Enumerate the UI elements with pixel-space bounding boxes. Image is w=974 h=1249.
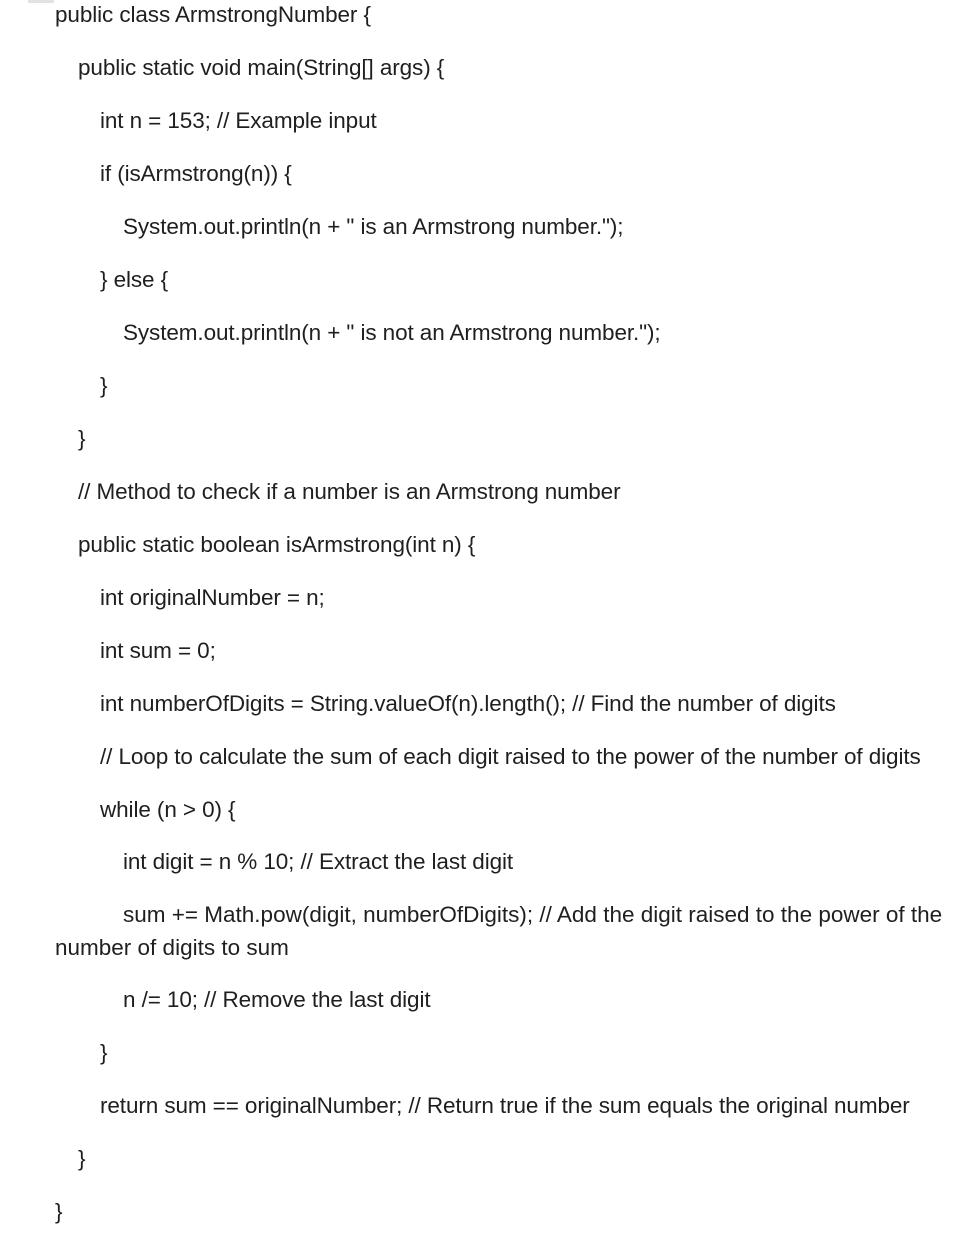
code-line-method-comment: // Method to check if a number is an Arm… bbox=[78, 479, 621, 504]
code-line-extract-digit: int digit = n % 10; // Extract the last … bbox=[123, 849, 514, 874]
code-line-number-of-digits: int numberOfDigits = String.valueOf(n).l… bbox=[100, 691, 836, 716]
code-line-print-armstrong: System.out.println(n + " is an Armstrong… bbox=[123, 214, 624, 239]
code-line-class-declaration: public class ArmstrongNumber { bbox=[55, 2, 371, 27]
code-line-if-statement: if (isArmstrong(n)) { bbox=[100, 161, 292, 186]
code-line-else: } else { bbox=[100, 267, 169, 292]
code-line-remove-digit: n /= 10; // Remove the last digit bbox=[123, 987, 431, 1012]
code-line-input-assignment: int n = 153; // Example input bbox=[100, 108, 377, 133]
code-line-sum-init: int sum = 0; bbox=[100, 638, 216, 663]
code-line-while: while (n > 0) { bbox=[100, 797, 236, 822]
code-line-close-main: } bbox=[78, 426, 86, 451]
code-line-loop-comment: // Loop to calculate the sum of each dig… bbox=[100, 744, 921, 769]
code-line-close-if: } bbox=[100, 373, 108, 398]
code-line-close-while: } bbox=[100, 1040, 108, 1065]
code-line-sum-accumulate-part1: sum += Math.pow(digit, numberOfDigits); … bbox=[123, 902, 943, 927]
code-line-original-number: int originalNumber = n; bbox=[100, 585, 325, 610]
code-document: public class ArmstrongNumber { public st… bbox=[0, 0, 974, 1249]
code-line-close-class: } bbox=[55, 1199, 63, 1224]
code-line-main-signature: public static void main(String[] args) { bbox=[78, 55, 445, 80]
code-line-sum-accumulate-part2: number of digits to sum bbox=[55, 935, 289, 960]
code-line-close-method: } bbox=[78, 1146, 86, 1171]
code-line-isarmstrong-signature: public static boolean isArmstrong(int n)… bbox=[78, 532, 476, 557]
code-line-print-not-armstrong: System.out.println(n + " is not an Armst… bbox=[123, 320, 661, 345]
code-line-return: return sum == originalNumber; // Return … bbox=[100, 1093, 910, 1118]
